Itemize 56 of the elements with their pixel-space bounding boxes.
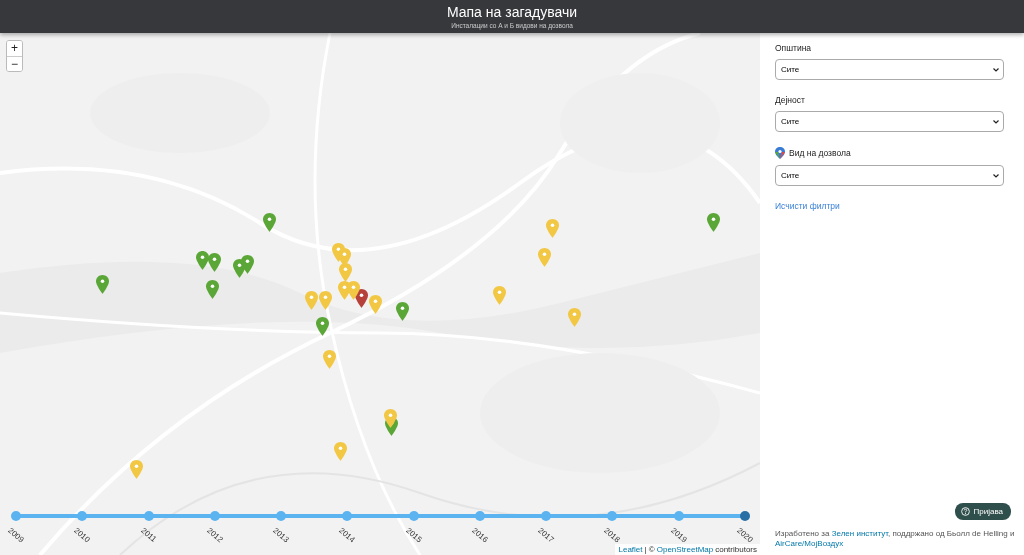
- app-title: Мапа на загадувачи: [446, 3, 578, 21]
- map-marker[interactable]: [339, 263, 352, 282]
- timeline-point[interactable]: [673, 511, 684, 521]
- map-marker[interactable]: [206, 280, 219, 299]
- filter-select[interactable]: Сите: [775, 165, 1004, 186]
- filter-label: Дејност: [775, 95, 805, 105]
- map-marker[interactable]: [196, 251, 209, 270]
- map-marker[interactable]: [396, 302, 409, 321]
- map-marker[interactable]: [546, 219, 559, 238]
- institute-link[interactable]: Зелен институт: [831, 529, 888, 538]
- timeline-point[interactable]: [342, 511, 353, 521]
- login-button[interactable]: Пријава: [955, 503, 1011, 520]
- map-marker[interactable]: [538, 248, 551, 267]
- timeline-point[interactable]: [276, 511, 287, 521]
- timeline-point[interactable]: [607, 511, 618, 521]
- filter-select[interactable]: Сите: [775, 59, 1004, 80]
- filter-label: Вид на дозвола: [789, 148, 851, 158]
- timeline-point[interactable]: [408, 511, 419, 521]
- attribution-separator: | ©: [644, 545, 655, 554]
- map-marker[interactable]: [316, 317, 329, 336]
- map-pin-icon: [775, 147, 785, 159]
- map-marker[interactable]: [208, 253, 221, 272]
- map-marker[interactable]: [568, 308, 581, 327]
- map-marker[interactable]: [334, 442, 347, 461]
- help-icon: [961, 507, 971, 516]
- filter-select[interactable]: Сите: [775, 111, 1004, 132]
- clear-filters-link[interactable]: Исчисти филтри: [775, 201, 1004, 211]
- timeline-point[interactable]: [77, 511, 88, 521]
- map-marker[interactable]: [241, 255, 254, 274]
- openstreetmap-link[interactable]: OpenStreetMap: [656, 545, 714, 554]
- map-marker[interactable]: [305, 291, 318, 310]
- filter-label: Општина: [775, 43, 812, 53]
- map-marker[interactable]: [130, 460, 143, 479]
- timeline-point[interactable]: [740, 511, 750, 521]
- map-marker[interactable]: [96, 275, 109, 294]
- timeline-point[interactable]: [11, 511, 21, 521]
- timeline-point[interactable]: [143, 511, 154, 521]
- map-marker[interactable]: [384, 409, 397, 428]
- map-marker[interactable]: [493, 286, 506, 305]
- map-marker[interactable]: [347, 281, 360, 300]
- map-marker[interactable]: [263, 213, 276, 232]
- map-marker[interactable]: [323, 350, 336, 369]
- map-marker[interactable]: [369, 295, 382, 314]
- attribution-text: contributors: [715, 545, 757, 554]
- timeline-point[interactable]: [474, 511, 485, 521]
- zoom-out-button[interactable]: −: [7, 56, 22, 71]
- chevron-down-icon: [993, 67, 999, 72]
- chevron-down-icon: [993, 173, 999, 178]
- timeline-point[interactable]: [541, 511, 552, 521]
- credits-text: Изработено за Зелен институт, поддржано од Бьолл de Helling и AirCare/МојВоздух: [775, 529, 1016, 549]
- leaflet-link[interactable]: Leaflet: [618, 545, 643, 554]
- map-marker[interactable]: [707, 213, 720, 232]
- chevron-down-icon: [993, 119, 999, 124]
- map-marker[interactable]: [319, 291, 332, 310]
- timeline-point[interactable]: [209, 511, 220, 521]
- aircare-link[interactable]: AirCare/МојВоздух: [775, 539, 844, 548]
